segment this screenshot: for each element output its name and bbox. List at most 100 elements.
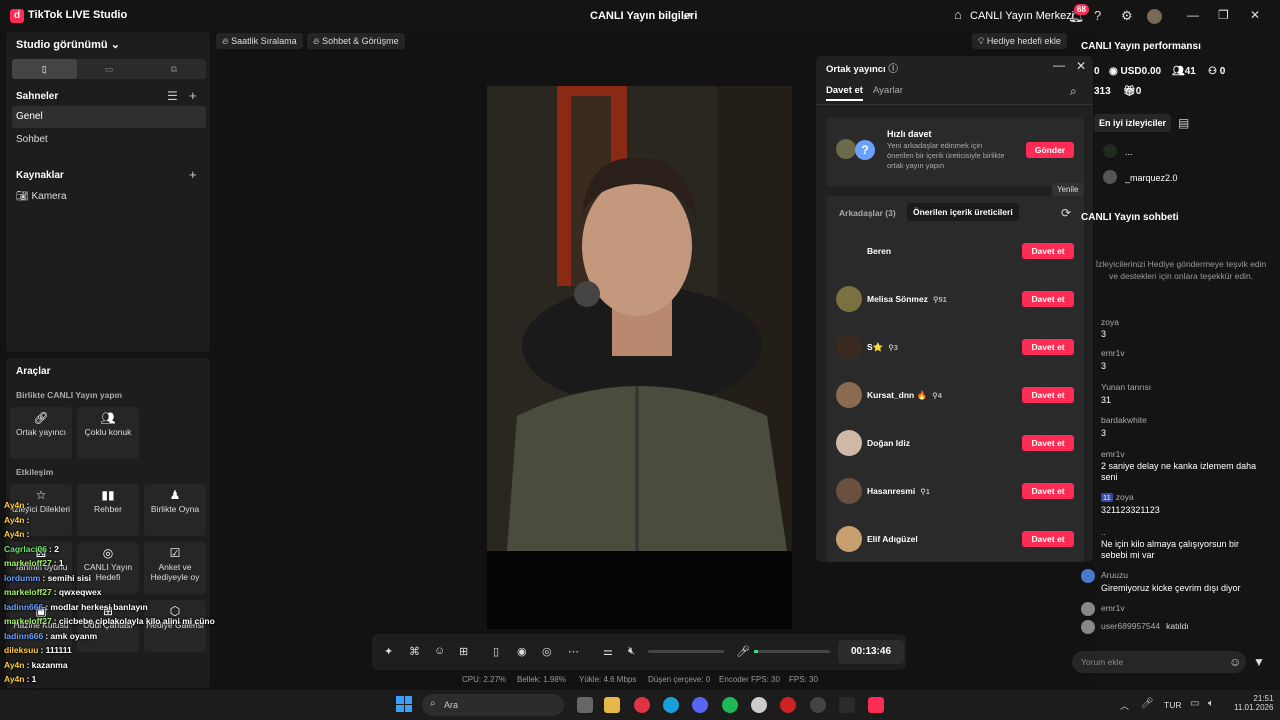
chat-username[interactable]: ..	[1101, 527, 1106, 537]
multiguest-tool[interactable]: 👥︎ Çoklu konuk	[77, 407, 139, 459]
camera-toggle-icon[interactable]: ◎	[542, 645, 552, 658]
steam-icon[interactable]	[810, 697, 826, 713]
minimize-icon[interactable]: —	[1187, 8, 1199, 22]
list-icon[interactable]: ▤	[1178, 116, 1189, 130]
gear-icon[interactable]: ⚙	[1121, 8, 1133, 24]
sliders-icon[interactable]: ⚌	[603, 645, 613, 658]
chevron-up-icon[interactable]: ︿	[1120, 699, 1129, 712]
scene-item[interactable]: Genel	[12, 106, 206, 128]
split-view-button[interactable]: ⧉	[141, 59, 206, 79]
effects-icon[interactable]: ⌘	[409, 645, 420, 658]
task-view-icon[interactable]	[577, 697, 593, 713]
emoji-icon[interactable]: ☺	[1229, 655, 1241, 669]
hourly-ranking-pill[interactable]: 🔥︎ Saatlik Sıralama	[216, 33, 303, 49]
minimize-icon[interactable]: —	[1053, 58, 1065, 72]
chat-meeting-pill[interactable]: 🔥︎ Sohbet & Görüşme	[307, 33, 405, 49]
close-icon[interactable]: ✕	[1250, 8, 1260, 22]
discord-icon[interactable]	[692, 697, 708, 713]
landscape-view-button[interactable]: ▭	[77, 59, 142, 79]
language-indicator[interactable]: TUR	[1164, 700, 1181, 710]
suggested-tab[interactable]: Önerilen içerik üreticileri	[907, 203, 1019, 221]
windows-start-icon[interactable]	[396, 696, 412, 712]
mic-slider[interactable]	[754, 650, 830, 653]
record-icon[interactable]: ◉	[517, 645, 527, 658]
chrome-icon[interactable]	[634, 697, 650, 713]
guide-tool[interactable]: ▮▮ Rehber	[77, 484, 139, 536]
maximize-icon[interactable]: ❐	[1218, 8, 1229, 22]
opera-icon[interactable]	[780, 697, 796, 713]
chat-username[interactable]: zoya	[1101, 317, 1119, 327]
gifts-stat: 🎁︎0	[1123, 86, 1142, 97]
invite-button[interactable]: Davet et	[1022, 291, 1074, 307]
chat-username[interactable]: bardakwhite	[1101, 415, 1147, 425]
share-icon[interactable]: ↗	[682, 9, 692, 23]
invite-button[interactable]: Davet et	[1022, 483, 1074, 499]
list-icon[interactable]: ☰	[167, 89, 178, 103]
beauty-icon[interactable]: ☺	[434, 645, 445, 657]
studio-view-dropdown[interactable]: Studio görünümü ⌄	[16, 38, 120, 51]
volume-icon[interactable]: 🔈︎	[1208, 698, 1214, 709]
invite-button[interactable]: Davet et	[1022, 387, 1074, 403]
mute-icon[interactable]: 🔇︎	[628, 645, 635, 658]
help-icon[interactable]: ?	[1094, 8, 1101, 23]
scene-item[interactable]: Sohbet	[12, 129, 206, 151]
network-icon[interactable]: ▭	[1190, 698, 1199, 709]
add-media-icon[interactable]: ⊞	[459, 645, 468, 658]
search-icon[interactable]: ⌕	[1070, 84, 1077, 99]
filter-icon[interactable]: ▼	[1253, 655, 1265, 669]
send-button[interactable]: Gönder	[1026, 142, 1074, 158]
friends-tab[interactable]: Arkadaşlar (3)	[839, 208, 896, 218]
chat-message: 321123321123	[1101, 505, 1160, 515]
taskbar-search[interactable]: Ara	[422, 694, 564, 716]
spotify-icon[interactable]	[722, 697, 738, 713]
gift-gallery-tool[interactable]: ⬡ Hediye Galerisi	[144, 600, 206, 652]
chat-username[interactable]: Yunan tanrısı	[1101, 382, 1151, 392]
phone-icon[interactable]: ▯	[493, 645, 499, 658]
chat-username[interactable]: user689957544 katıldı	[1101, 621, 1189, 631]
mic-icon[interactable]: 🎤︎	[1141, 698, 1154, 709]
tab-invite[interactable]: Davet et	[826, 85, 863, 101]
poll-tool[interactable]: ☑ Anket ve Hediyeyle oy	[144, 542, 206, 594]
top-viewers-tab[interactable]: En iyi izleyiciler	[1094, 114, 1172, 132]
volume-slider[interactable]	[648, 650, 724, 653]
chat-username[interactable]: 11 zoya	[1101, 492, 1134, 502]
invite-button[interactable]: Davet et	[1022, 243, 1074, 259]
invite-button[interactable]: Davet et	[1022, 531, 1074, 547]
portrait-view-button[interactable]: ▯	[12, 59, 77, 79]
cohost-tool[interactable]: 🔗︎ Ortak yayıncı	[10, 407, 72, 459]
obs-icon[interactable]	[751, 697, 767, 713]
refresh-icon[interactable]: ⟳	[1061, 206, 1071, 220]
play-together-tool[interactable]: ♟ Birlikte Oyna	[144, 484, 206, 536]
gift-goal-pill[interactable]: 💡︎ Hediye hedefi ekle	[972, 33, 1067, 49]
chat-username[interactable]: emr1v	[1101, 449, 1125, 459]
search-icon: ⌕	[430, 698, 436, 709]
invite-button[interactable]: Davet et	[1022, 435, 1074, 451]
invite-button[interactable]: Davet et	[1022, 339, 1074, 355]
users-icon: 👥︎	[1172, 66, 1185, 77]
chat-username[interactable]: emr1v	[1101, 603, 1125, 613]
avatar[interactable]	[1147, 9, 1162, 24]
live-center-link[interactable]: CANLI Yayın Merkezi	[970, 10, 1074, 22]
tiktok-studio-icon[interactable]	[868, 697, 884, 713]
tab-settings[interactable]: Ayarlar	[873, 85, 903, 96]
chat-username[interactable]: emr1v	[1101, 348, 1125, 358]
home-icon[interactable]: ⌂	[954, 7, 962, 22]
more-icon[interactable]: ⋯	[568, 645, 579, 658]
add-scene-icon[interactable]: +	[189, 88, 197, 103]
file-explorer-icon[interactable]	[604, 697, 620, 713]
close-icon[interactable]: ✕	[1076, 59, 1086, 73]
edge-icon[interactable]	[663, 697, 679, 713]
app-icon[interactable]	[839, 697, 855, 713]
mic-icon[interactable]: 🎤︎	[736, 645, 750, 658]
clock[interactable]: 21:51 11.01.2026	[1234, 694, 1273, 712]
chat-message: : 1	[26, 674, 37, 684]
chat-username[interactable]: Aruuzu	[1101, 570, 1128, 580]
preview-bottom	[487, 551, 792, 629]
comment-input[interactable]: Yorum ekle	[1072, 651, 1246, 673]
source-item[interactable]: 📷︎ Kamera	[16, 191, 67, 202]
time: 21:51	[1253, 694, 1274, 703]
overlay-chat-line: Ay4n: 1	[4, 674, 36, 684]
magic-wand-icon[interactable]: ✦	[384, 645, 393, 658]
chat-username: Ay4n	[4, 500, 25, 510]
add-source-icon[interactable]: +	[189, 167, 197, 182]
